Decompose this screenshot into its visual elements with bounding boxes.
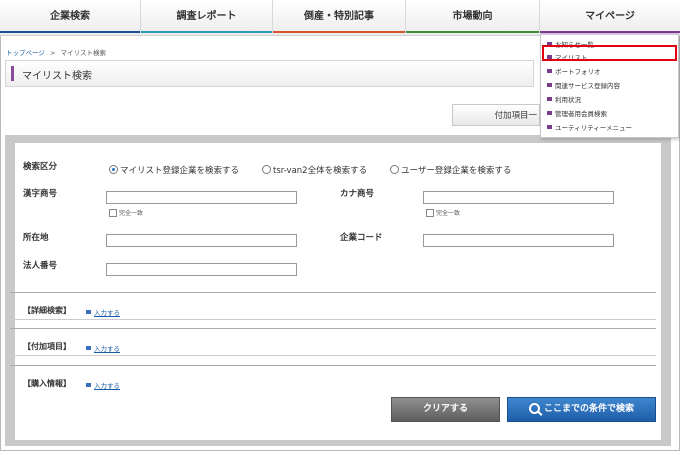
link-bullet-icon bbox=[86, 310, 91, 314]
dropdown-item-label: 関連サービス登録内容 bbox=[555, 82, 620, 90]
address-label: 所在地 bbox=[23, 233, 49, 243]
nav-accent-bar bbox=[273, 31, 405, 33]
checkbox-label: 完全一致 bbox=[436, 210, 461, 217]
kanji-name-label: 漢字商号 bbox=[23, 189, 58, 199]
extra-items-button[interactable]: 付加項目一 bbox=[452, 104, 540, 126]
search-type-label: 検索区分 bbox=[23, 162, 58, 172]
kana-name-label: カナ商号 bbox=[340, 189, 375, 199]
company-code-input[interactable] bbox=[423, 234, 614, 247]
section-divider bbox=[10, 292, 656, 293]
radio-circle-selected bbox=[109, 165, 118, 174]
search-icon bbox=[528, 403, 540, 414]
section-divider bbox=[10, 355, 656, 356]
bullet-icon bbox=[547, 83, 552, 87]
breadcrumb-current: マイリスト検索 bbox=[60, 49, 106, 57]
nav-accent-bar bbox=[406, 31, 539, 33]
dropdown-item-admin-member-search[interactable]: 管理者用会員検索 bbox=[547, 108, 607, 118]
purchase-info-link[interactable]: 入力する bbox=[86, 380, 120, 390]
search-button[interactable]: ここまでの条件で検索 bbox=[507, 397, 656, 422]
nav-accent-bar bbox=[0, 31, 140, 33]
purchase-info-label: 【購入情報】 bbox=[23, 379, 71, 388]
company-code-label: 企業コード bbox=[340, 233, 383, 243]
radio-circle bbox=[262, 165, 271, 174]
nav-item-bankruptcy-articles[interactable]: 倒産・特別記事 bbox=[273, 0, 406, 33]
radio-circle bbox=[390, 165, 399, 174]
bullet-icon bbox=[547, 69, 552, 73]
page-title-bar: マイリスト検索 bbox=[5, 60, 534, 87]
address-input[interactable] bbox=[106, 234, 297, 247]
bullet-icon bbox=[547, 111, 552, 115]
kana-exact-match-checkbox[interactable]: 完全一致 bbox=[426, 208, 460, 218]
mylist-highlight-box bbox=[542, 45, 677, 61]
nav-item-market-trends[interactable]: 市場動向 bbox=[406, 0, 540, 33]
nav-accent-bar bbox=[141, 31, 272, 33]
kanji-name-input[interactable] bbox=[106, 191, 297, 204]
breadcrumb-separator: > bbox=[49, 49, 56, 57]
title-accent bbox=[11, 66, 14, 81]
nav-item-mypage[interactable]: マイページ bbox=[540, 0, 680, 33]
dropdown-item-label: 利用状況 bbox=[555, 96, 581, 104]
dropdown-item-utility-menu[interactable]: ユーティリティーメニュー bbox=[547, 122, 632, 132]
detail-search-link[interactable]: 入力する bbox=[86, 307, 120, 317]
section-divider bbox=[10, 328, 656, 329]
dropdown-item-label: 管理者用会員検索 bbox=[555, 110, 607, 118]
radio-label: tsr-van2全体を検索する bbox=[273, 166, 368, 176]
breadcrumb: トップページ > マイリスト検索 bbox=[6, 47, 106, 57]
dropdown-item-portfolio[interactable]: ポートフォリオ bbox=[547, 66, 601, 76]
kanji-exact-match-checkbox[interactable]: 完全一致 bbox=[109, 208, 143, 218]
radio-label: マイリスト登録企業を検索する bbox=[120, 166, 240, 176]
checkbox-box bbox=[426, 208, 434, 217]
bullet-icon bbox=[547, 97, 552, 101]
detail-search-label: 【詳細検索】 bbox=[23, 306, 71, 315]
nav-item-label: 倒産・特別記事 bbox=[304, 11, 374, 22]
nav-item-label: 企業検索 bbox=[50, 11, 90, 22]
radio-label: ユーザー登録企業を検索する bbox=[401, 166, 512, 176]
link-label: 入力する bbox=[94, 309, 120, 317]
additional-items-label: 【付加項目】 bbox=[23, 342, 71, 351]
section-divider bbox=[10, 319, 656, 320]
dropdown-item-related-services[interactable]: 関連サービス登録内容 bbox=[547, 80, 620, 90]
breadcrumb-home-link[interactable]: トップページ bbox=[6, 49, 45, 57]
nav-item-label: 調査レポート bbox=[176, 11, 237, 22]
corporate-number-label: 法人番号 bbox=[23, 261, 58, 271]
dropdown-item-label: ポートフォリオ bbox=[555, 68, 601, 76]
checkbox-box bbox=[109, 208, 117, 217]
page-title: マイリスト検索 bbox=[22, 71, 92, 82]
link-bullet-icon bbox=[86, 346, 91, 350]
link-label: 入力する bbox=[94, 382, 120, 390]
radio-tsr-van2[interactable]: tsr-van2全体を検索する bbox=[262, 164, 367, 176]
link-label: 入力する bbox=[94, 345, 120, 353]
section-divider bbox=[10, 365, 656, 366]
checkbox-label: 完全一致 bbox=[119, 210, 144, 217]
radio-user-registered[interactable]: ユーザー登録企業を検索する bbox=[390, 164, 511, 176]
corporate-number-input[interactable] bbox=[106, 263, 297, 276]
nav-item-label: マイページ bbox=[585, 11, 635, 22]
radio-mylist[interactable]: マイリスト登録企業を検索する bbox=[109, 164, 239, 176]
dropdown-item-usage-status[interactable]: 利用状況 bbox=[547, 94, 581, 104]
nav-item-company-search[interactable]: 企業検索 bbox=[0, 0, 141, 33]
nav-item-label: 市場動向 bbox=[452, 11, 493, 22]
kana-name-input[interactable] bbox=[423, 191, 614, 204]
clear-button[interactable]: クリアする bbox=[391, 397, 500, 422]
bullet-icon bbox=[547, 125, 552, 129]
main-nav: 企業検索 調査レポート 倒産・特別記事 市場動向 マイページ bbox=[0, 0, 680, 36]
additional-items-link[interactable]: 入力する bbox=[86, 343, 120, 353]
link-bullet-icon bbox=[86, 383, 91, 387]
nav-item-research-report[interactable]: 調査レポート bbox=[141, 0, 273, 33]
search-button-label: ここまでの条件で検索 bbox=[543, 404, 634, 414]
dropdown-item-label: ユーティリティーメニュー bbox=[555, 124, 632, 132]
